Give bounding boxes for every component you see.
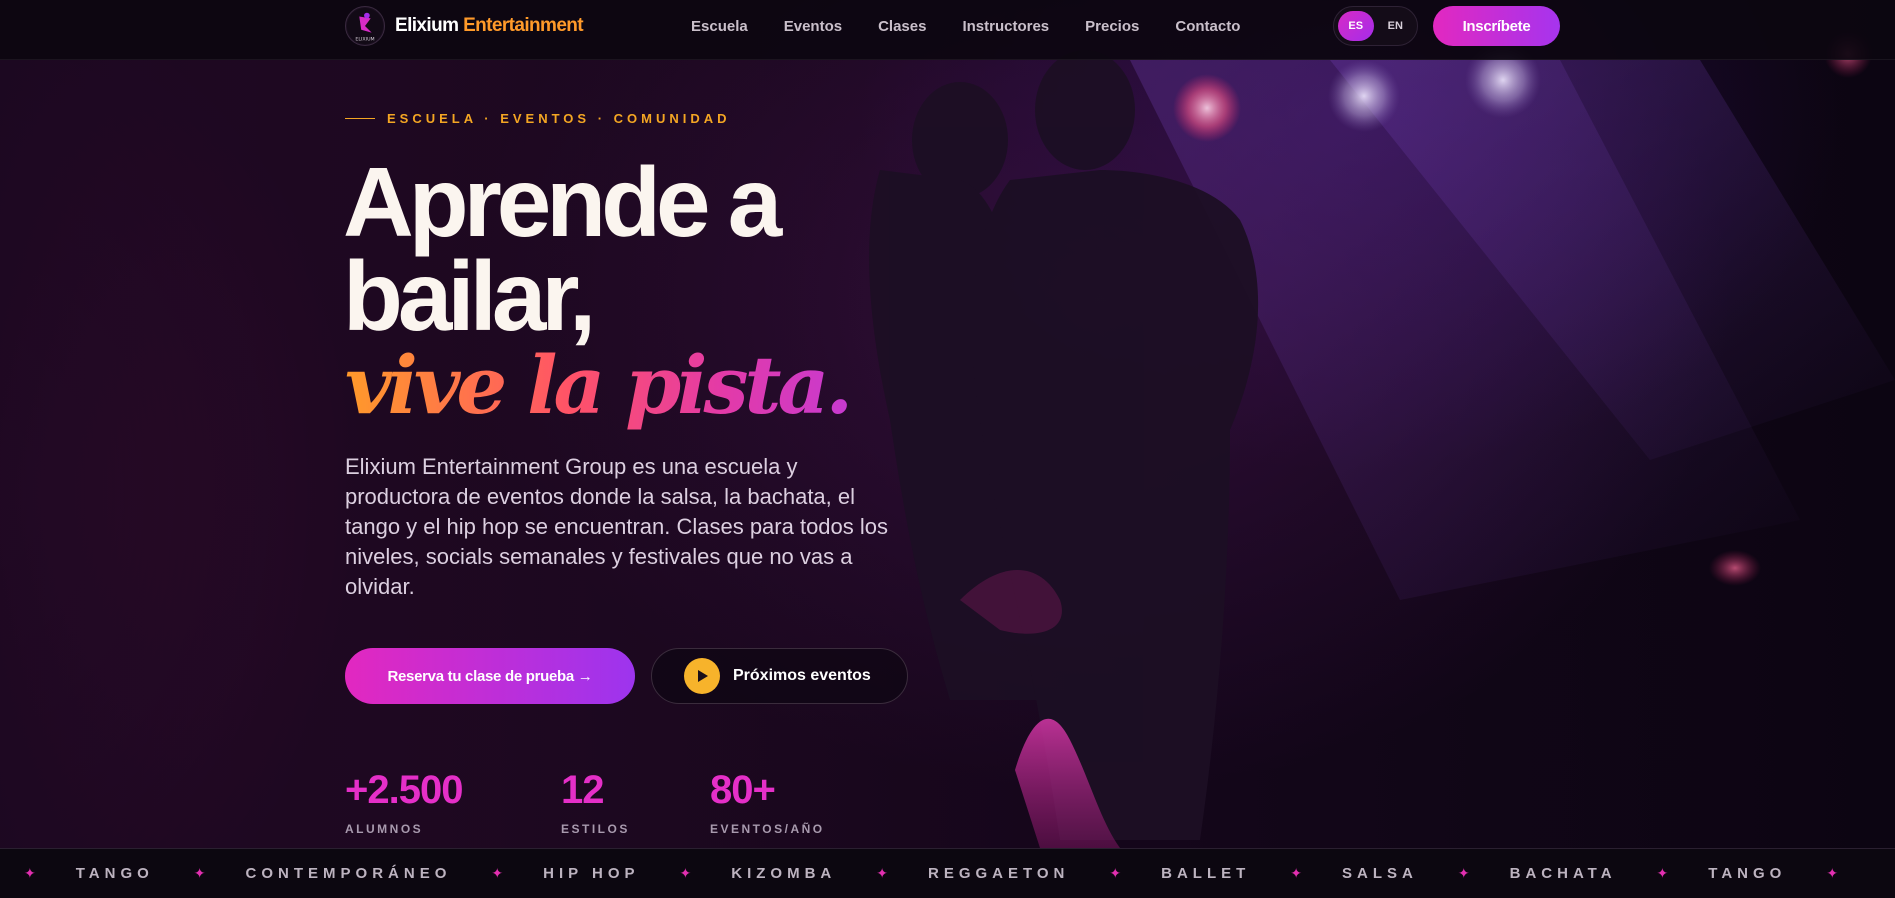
sparkle-icon: ✦ [24, 865, 36, 882]
sparkle-icon: ✦ [1826, 865, 1839, 882]
ticker-item: CONTEMPORÁNEO [245, 865, 452, 882]
eyebrow-divider [345, 118, 375, 119]
brand-name: Elixium Entertainment [395, 15, 584, 37]
nav-item-clases[interactable]: Clases [878, 18, 926, 35]
hero-description: Elixium Entertainment Group es una escue… [345, 454, 889, 599]
ticker-item: SALSA [1342, 865, 1418, 882]
sparkle-icon: ✦ [491, 865, 504, 882]
signup-button[interactable]: Inscríbete [1433, 6, 1560, 46]
main-nav: Escuela Eventos Clases Instructores Prec… [691, 0, 1240, 52]
stat-events: 80+ EVENTOS/AÑO [710, 768, 825, 836]
stat-value: 80+ [710, 768, 776, 812]
ticker-item: REGGAETON [927, 865, 1070, 882]
book-trial-class-button[interactable]: Reserva tu clase de prueba → [345, 648, 635, 704]
sparkle-icon: ✦ [1656, 865, 1669, 882]
site-header: ELIXIUM Elixium Entertainment Escuela Ev… [0, 0, 1895, 60]
nav-item-eventos[interactable]: Eventos [784, 18, 842, 35]
brand-name-primary: Elixium [395, 15, 459, 36]
language-option-es[interactable]: ES [1338, 11, 1374, 41]
page: ELIXIUM Elixium Entertainment Escuela Ev… [0, 0, 1895, 898]
language-switcher: ES EN [1333, 6, 1418, 46]
nav-item-precios[interactable]: Precios [1085, 18, 1139, 35]
brand-name-secondary: Entertainment [463, 15, 584, 36]
ticker-item: TANGO [75, 865, 154, 882]
svg-text:ELIXIUM: ELIXIUM [355, 36, 374, 42]
sparkle-icon: ✦ [193, 865, 206, 882]
sparkle-icon: ✦ [1290, 865, 1303, 882]
stat-value: +2.500 [345, 768, 463, 812]
ticker-item: BACHATA [1509, 865, 1617, 882]
ticker-item: HIP HOP [543, 865, 640, 882]
hero-headline: Aprende a bailar, [343, 147, 782, 351]
hero-headline-accent: vive la pista. [345, 338, 853, 432]
sparkle-icon: ✦ [679, 865, 692, 882]
sparkle-icon: ✦ [1109, 865, 1122, 882]
dancer-logo-icon: ELIXIUM [345, 6, 385, 46]
sparkle-icon: ✦ [1457, 865, 1470, 882]
dance-styles-ticker: ✦ TANGO ✦ CONTEMPORÁNEO ✦ HIP HOP ✦ KIZO… [0, 848, 1895, 898]
ticker-item: KIZOMBA [731, 865, 837, 882]
nav-item-escuela[interactable]: Escuela [691, 18, 748, 35]
language-option-en[interactable]: EN [1378, 11, 1414, 41]
stat-styles: 12 ESTILOS [561, 768, 630, 836]
eyebrow-text: ESCUELA · EVENTOS · COMUNIDAD [387, 111, 731, 126]
nav-item-contacto[interactable]: Contacto [1175, 18, 1240, 35]
brand-logo[interactable]: ELIXIUM Elixium Entertainment [345, 6, 584, 46]
headline-line-2: bailar, [343, 241, 596, 351]
sparkle-icon: ✦ [876, 865, 888, 882]
upcoming-events-button[interactable]: Próximos eventos [651, 648, 908, 704]
stat-value: 12 [561, 768, 604, 812]
stat-label: ESTILOS [561, 822, 630, 836]
stat-label: EVENTOS/AÑO [710, 822, 825, 836]
ticker-item: BALLET [1161, 865, 1251, 882]
headline-line-1: Aprende a [343, 147, 782, 257]
dancing-couple-photo [0, 0, 1895, 898]
ticker-item: TANGO [1708, 865, 1787, 882]
hero-eyebrow: ESCUELA · EVENTOS · COMUNIDAD [345, 111, 731, 126]
upcoming-events-label: Próximos eventos [733, 667, 871, 684]
nav-item-instructores[interactable]: Instructores [962, 18, 1049, 35]
play-icon [684, 658, 720, 694]
stat-label: ALUMNOS [345, 822, 424, 836]
stat-students: +2.500 ALUMNOS [345, 768, 463, 836]
